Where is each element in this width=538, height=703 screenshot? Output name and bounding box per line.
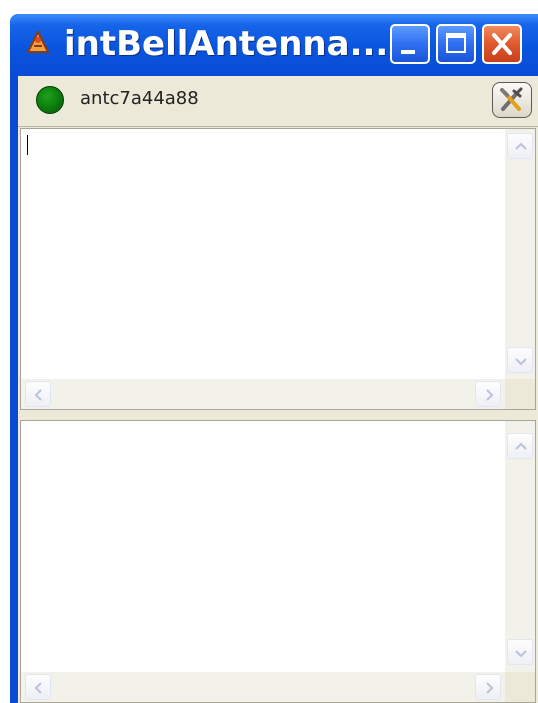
status-name: antc7a44a88 <box>80 88 199 109</box>
client-area: antc7a44a88 <box>18 76 538 703</box>
maximize-button[interactable] <box>436 24 476 64</box>
scroll-down-icon <box>515 358 527 366</box>
minimize-button[interactable] <box>390 24 430 64</box>
close-button[interactable] <box>482 24 522 64</box>
app-window: intBellAntenna... antc7a44a88 <box>10 14 538 703</box>
scroll-down-icon <box>515 650 527 658</box>
pane-splitter[interactable] <box>18 410 538 420</box>
text-caret <box>27 135 28 155</box>
tools-button[interactable] <box>492 82 532 118</box>
scroll-down-button[interactable] <box>507 639 533 665</box>
scroll-left-icon <box>34 389 42 401</box>
scroll-corner <box>505 672 535 702</box>
scroll-right-button[interactable] <box>475 674 501 700</box>
maximize-icon <box>446 33 466 53</box>
scroll-down-button[interactable] <box>507 347 533 373</box>
scroll-up-icon <box>515 142 527 150</box>
scroll-up-button[interactable] <box>507 433 533 459</box>
vertical-scrollbar[interactable] <box>505 421 535 672</box>
title-bar[interactable]: intBellAntenna... <box>10 14 538 76</box>
status-bar: antc7a44a88 <box>18 76 538 127</box>
input-pane[interactable] <box>20 128 536 410</box>
tools-icon <box>500 87 523 111</box>
status-indicator <box>36 86 64 114</box>
close-icon <box>492 33 512 55</box>
scroll-left-button[interactable] <box>25 381 51 407</box>
scroll-left-button[interactable] <box>25 674 51 700</box>
output-pane[interactable] <box>20 420 536 703</box>
window-title: intBellAntenna... <box>64 24 389 64</box>
horizontal-scrollbar[interactable] <box>21 672 505 702</box>
scroll-right-icon <box>486 389 494 401</box>
scroll-left-icon <box>34 682 42 694</box>
minimize-icon <box>401 50 415 54</box>
scroll-up-icon <box>515 442 527 450</box>
horizontal-scrollbar[interactable] <box>21 379 505 409</box>
vertical-scrollbar[interactable] <box>505 129 535 379</box>
antenna-app-icon <box>26 29 50 53</box>
scroll-corner <box>505 379 535 409</box>
scroll-right-button[interactable] <box>475 381 501 407</box>
scroll-right-icon <box>486 682 494 694</box>
scroll-up-button[interactable] <box>507 133 533 159</box>
